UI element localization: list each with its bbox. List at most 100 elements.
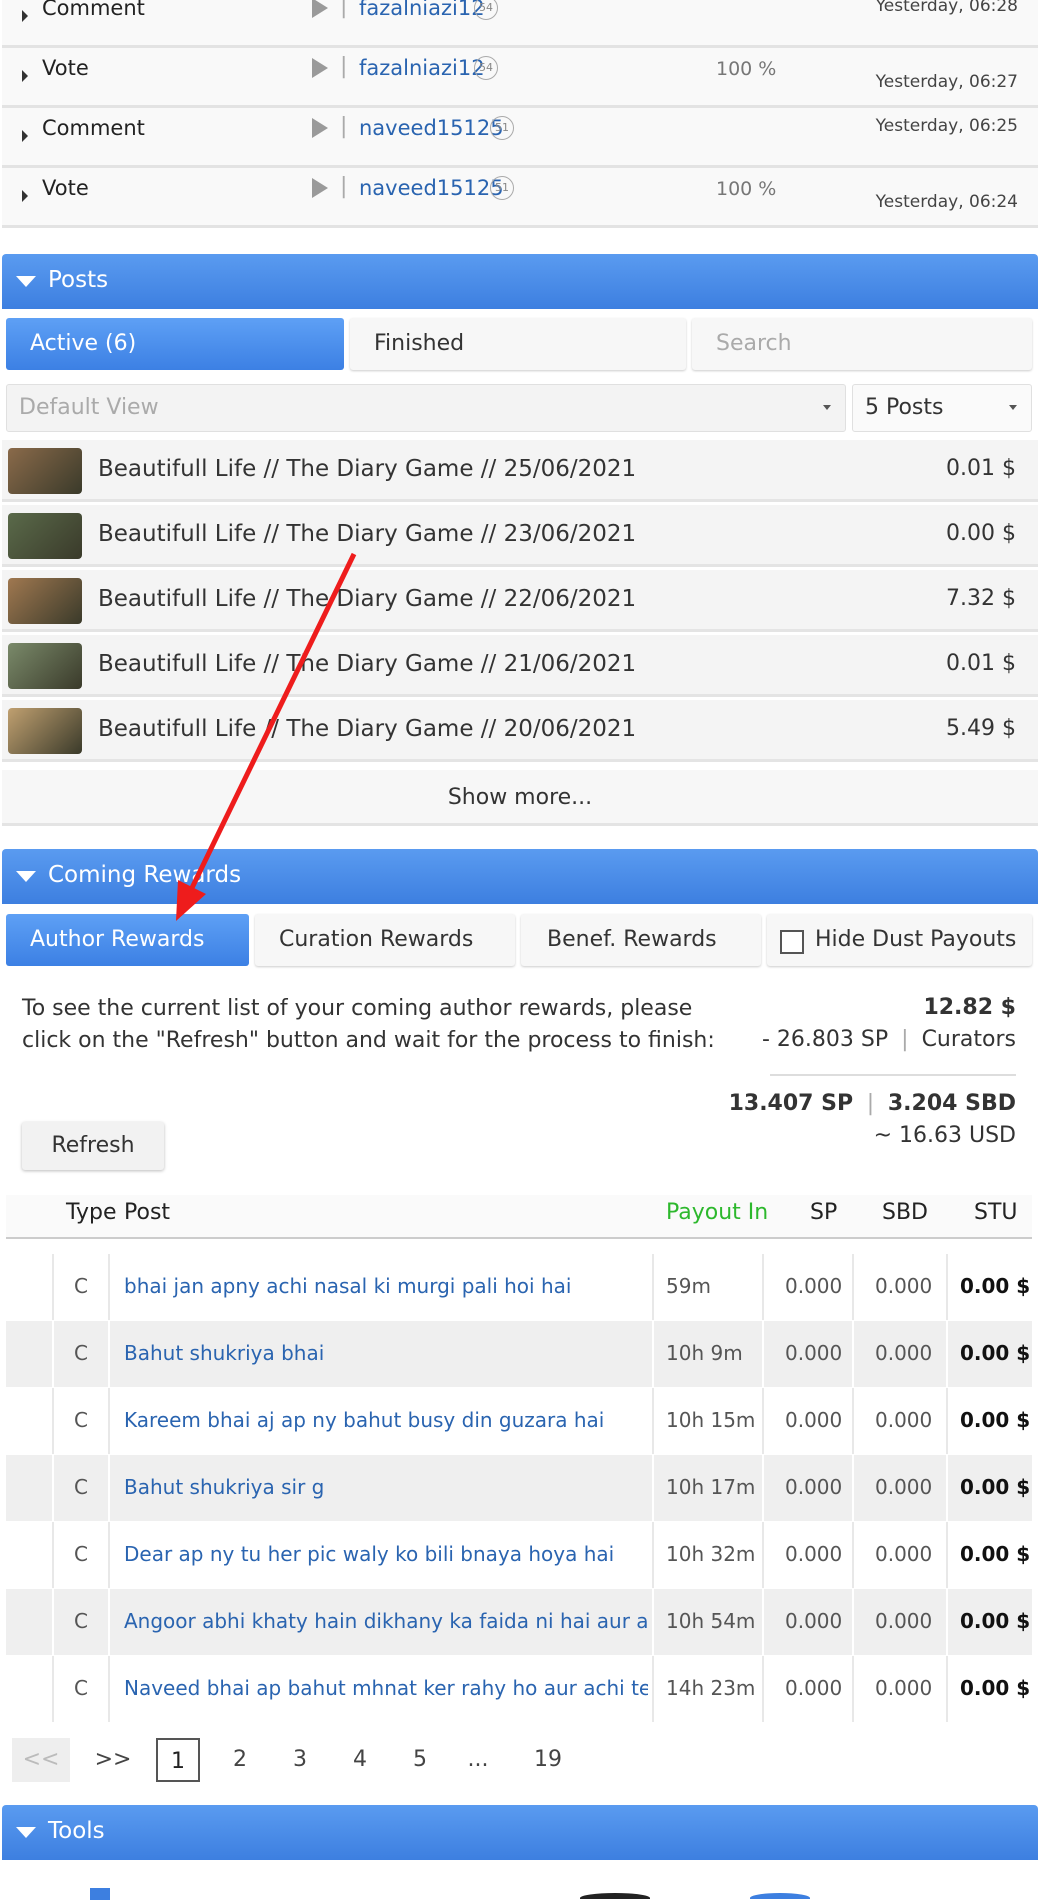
page-button[interactable]: 1 xyxy=(156,1738,200,1782)
refresh-button[interactable]: Refresh xyxy=(22,1122,164,1170)
expand-triangle-icon[interactable] xyxy=(22,190,28,202)
post-thumbnail[interactable] xyxy=(8,448,82,494)
page-button[interactable]: 5 xyxy=(398,1738,442,1782)
post-title[interactable]: Beautifull Life // The Diary Game // 22/… xyxy=(98,586,636,612)
reputation-badge: 54 xyxy=(474,0,498,20)
row-post-link[interactable]: Bahut shukriya bhai xyxy=(124,1341,648,1365)
col-sbd[interactable]: SBD xyxy=(882,1200,928,1225)
cell-divider xyxy=(762,1522,764,1588)
row-sbd: 0.000 xyxy=(875,1475,933,1499)
view-select-value: Default View xyxy=(19,395,159,420)
row-payout-in: 10h 32m xyxy=(666,1542,756,1566)
row-payout-in: 10h 15m xyxy=(666,1408,756,1432)
expand-triangle-icon[interactable] xyxy=(22,130,28,142)
post-row[interactable]: Beautifull Life // The Diary Game // 22/… xyxy=(2,570,1038,632)
col-payout-in[interactable]: Payout In xyxy=(666,1200,768,1225)
row-stu: 0.00 $ xyxy=(960,1676,1031,1700)
cell-divider xyxy=(52,1522,54,1588)
cell-divider xyxy=(108,1656,110,1722)
cell-divider xyxy=(852,1254,854,1320)
cell-divider xyxy=(946,1656,948,1722)
tab-active-posts[interactable]: Active (6) xyxy=(6,318,344,370)
view-select[interactable]: Default View xyxy=(6,384,846,432)
activity-row[interactable]: Vote | naveed15125 51 100 % Yesterday, 06:24 xyxy=(2,168,1038,228)
row-sp: 0.000 xyxy=(785,1408,843,1432)
activity-row[interactable]: Vote | fazalniazi12 54 100 % Yesterday, 06:27 xyxy=(2,48,1038,108)
cell-divider xyxy=(52,1254,54,1320)
cell-divider xyxy=(52,1388,54,1454)
rewards-section-header[interactable]: Coming Rewards xyxy=(2,849,1038,904)
row-sp: 0.000 xyxy=(785,1274,843,1298)
col-type[interactable]: Type xyxy=(66,1200,117,1225)
cell-divider xyxy=(852,1388,854,1454)
row-post-link[interactable]: Angoor abhi khaty hain dikhany ka faida … xyxy=(124,1609,648,1633)
page-button[interactable]: 19 xyxy=(524,1738,572,1782)
activity-type: Vote xyxy=(42,176,89,200)
post-title[interactable]: Beautifull Life // The Diary Game // 25/… xyxy=(98,456,636,482)
activity-row[interactable]: Comment | fazalniazi12 54 Yesterday, 06:28 xyxy=(2,0,1038,48)
page-button[interactable]: 3 xyxy=(278,1738,322,1782)
post-count-select[interactable]: 5 Posts xyxy=(852,384,1032,432)
curators-line: - 26.803 SP | Curators xyxy=(762,1027,1016,1052)
post-thumbnail[interactable] xyxy=(8,513,82,559)
row-post-link[interactable]: Naveed bhai ap bahut mhnat ker rahy ho a… xyxy=(124,1676,648,1700)
row-post-link[interactable]: Kareem bhai aj ap ny bahut busy din guza… xyxy=(124,1408,648,1432)
expand-triangle-icon[interactable] xyxy=(22,10,28,22)
tab-finished-posts[interactable]: Finished xyxy=(350,318,686,370)
page-button[interactable]: 4 xyxy=(338,1738,382,1782)
row-sbd: 0.000 xyxy=(875,1274,933,1298)
curators-sp: - 26.803 SP xyxy=(762,1027,889,1052)
col-sp[interactable]: SP xyxy=(810,1200,837,1225)
activity-user-link[interactable]: fazalniazi12 xyxy=(359,0,485,20)
post-row[interactable]: Beautifull Life // The Diary Game // 23/… xyxy=(2,505,1038,567)
hide-dust-checkbox[interactable] xyxy=(780,930,804,954)
tools-section-header[interactable]: Tools xyxy=(2,1805,1038,1860)
play-icon[interactable] xyxy=(312,0,328,18)
row-post-link[interactable]: Bahut shukriya sir g xyxy=(124,1475,648,1499)
activity-user-link[interactable]: fazalniazi12 xyxy=(359,56,485,80)
post-title[interactable]: Beautifull Life // The Diary Game // 21/… xyxy=(98,651,636,677)
posts-section-header[interactable]: Posts xyxy=(2,254,1038,309)
tab-benef-rewards[interactable]: Benef. Rewards xyxy=(521,914,761,966)
play-icon[interactable] xyxy=(312,58,328,78)
page-next-button[interactable]: >> xyxy=(88,1738,138,1782)
post-title[interactable]: Beautifull Life // The Diary Game // 20/… xyxy=(98,716,636,742)
post-value: 0.00 $ xyxy=(946,521,1016,546)
row-sbd: 0.000 xyxy=(875,1408,933,1432)
table-row: Cbhai jan apny achi nasal ki murgi pali … xyxy=(6,1254,1032,1320)
post-title[interactable]: Beautifull Life // The Diary Game // 23/… xyxy=(98,521,636,547)
col-stu[interactable]: STU xyxy=(974,1200,1018,1225)
post-thumbnail[interactable] xyxy=(8,643,82,689)
activity-user-link[interactable]: naveed15125 xyxy=(359,176,504,200)
page-button[interactable]: 2 xyxy=(218,1738,262,1782)
tab-author-rewards[interactable]: Author Rewards xyxy=(6,914,249,966)
separator: | xyxy=(866,1091,875,1116)
post-row[interactable]: Beautifull Life // The Diary Game // 20/… xyxy=(2,700,1038,762)
activity-user-link[interactable]: naveed15125 xyxy=(359,116,504,140)
post-row[interactable]: Beautifull Life // The Diary Game // 25/… xyxy=(2,440,1038,502)
show-more-button[interactable]: Show more... xyxy=(2,770,1038,826)
row-post-link[interactable]: Dear ap ny tu her pic waly ko bili bnaya… xyxy=(124,1542,648,1566)
activity-row[interactable]: Comment | naveed15125 51 Yesterday, 06:25 xyxy=(2,108,1038,168)
tool-icon-partial xyxy=(750,1893,810,1900)
row-type: C xyxy=(74,1676,88,1700)
post-thumbnail[interactable] xyxy=(8,578,82,624)
page-prev-button[interactable]: << xyxy=(12,1738,70,1782)
post-row[interactable]: Beautifull Life // The Diary Game // 21/… xyxy=(2,635,1038,697)
cell-divider xyxy=(52,1656,54,1722)
tab-curation-rewards[interactable]: Curation Rewards xyxy=(255,914,515,966)
search-input[interactable]: Search xyxy=(692,318,1032,370)
cell-divider xyxy=(108,1589,110,1655)
row-type: C xyxy=(74,1274,88,1298)
play-icon[interactable] xyxy=(312,118,328,138)
col-post[interactable]: Post xyxy=(124,1200,170,1225)
row-payout-in: 59m xyxy=(666,1274,711,1298)
expand-triangle-icon[interactable] xyxy=(22,70,28,82)
reputation-badge: 51 xyxy=(490,116,514,140)
row-post-link[interactable]: bhai jan apny achi nasal ki murgi pali h… xyxy=(124,1274,648,1298)
play-icon[interactable] xyxy=(312,178,328,198)
cell-divider xyxy=(852,1522,854,1588)
hide-dust-toggle[interactable]: Hide Dust Payouts xyxy=(767,914,1032,966)
table-row: C Bahut shukriya bhai 10h 9m 0.000 0.000 0.00… xyxy=(6,1321,1032,1387)
post-thumbnail[interactable] xyxy=(8,708,82,754)
